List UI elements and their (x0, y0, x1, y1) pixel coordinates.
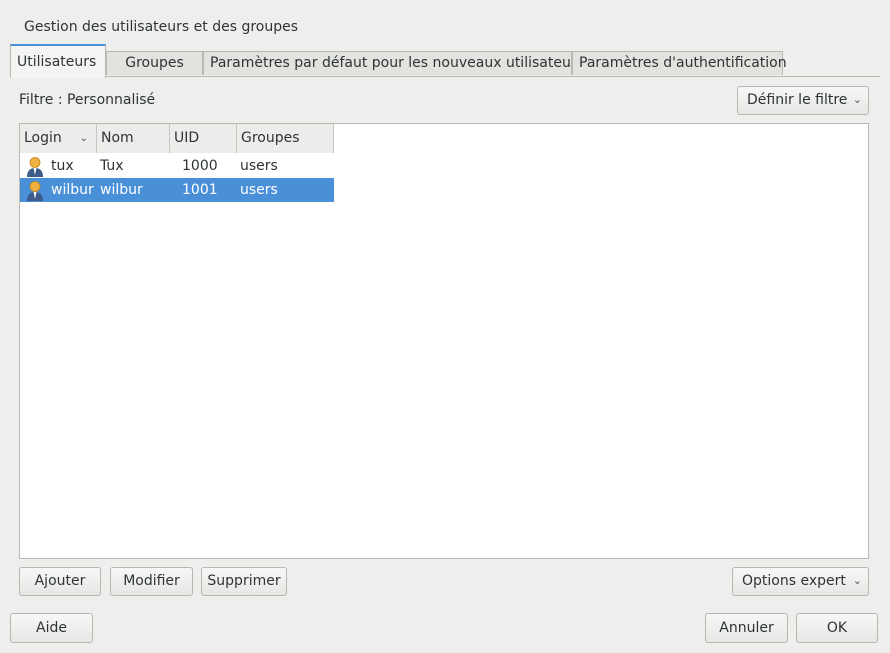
cell-groups: users (240, 182, 278, 198)
define-filter-label: Définir le filtre (747, 92, 848, 108)
cell-login: wilbur (51, 182, 94, 198)
cell-groups: users (240, 158, 278, 174)
tab-new-user-defaults[interactable]: Paramètres par défaut pour les nouveaux … (203, 51, 584, 75)
column-header-login[interactable]: Login ⌄ (20, 124, 97, 153)
add-button[interactable]: Ajouter (19, 567, 101, 596)
sort-chevron-icon: ⌄ (79, 133, 88, 144)
expert-options-label: Options expert (742, 573, 846, 589)
column-header-name[interactable]: Nom (97, 124, 170, 153)
edit-button[interactable]: Modifier (110, 567, 193, 596)
table-header: Login ⌄ Nom UID Groupes (20, 124, 334, 153)
cell-name: wilbur (100, 182, 143, 198)
column-header-groups[interactable]: Groupes (237, 124, 334, 153)
cell-uid: 1001 (182, 182, 218, 198)
table-row-selected[interactable]: wilbur wilbur 1001 users (20, 178, 334, 202)
help-button[interactable]: Aide (10, 613, 93, 643)
cancel-button[interactable]: Annuler (705, 613, 788, 643)
column-header-uid[interactable]: UID (170, 124, 237, 153)
chevron-down-icon: ⌄ (852, 93, 862, 106)
delete-button[interactable]: Supprimer (201, 567, 287, 596)
table-row[interactable]: tux Tux 1000 users (20, 154, 334, 178)
user-icon (27, 157, 43, 177)
cell-login: tux (51, 158, 74, 174)
tab-panel-divider (10, 76, 880, 77)
tab-authentication-settings[interactable]: Paramètres d'authentification (572, 51, 787, 75)
tab-users[interactable]: Utilisateurs (10, 44, 106, 78)
chevron-down-icon: ⌄ (852, 574, 862, 587)
cell-uid: 1000 (182, 158, 218, 174)
define-filter-button[interactable]: Définir le filtre ⌄ (737, 86, 869, 115)
tab-groups[interactable]: Groupes (106, 51, 203, 75)
expert-options-button[interactable]: Options expert ⌄ (732, 567, 869, 596)
filter-label: Filtre : Personnalisé (19, 92, 156, 108)
user-icon (27, 181, 43, 201)
window-title: Gestion des utilisateurs et des groupes (24, 19, 299, 35)
ok-button[interactable]: OK (796, 613, 878, 643)
user-table[interactable]: Login ⌄ Nom UID Groupes tux Tux 1000 use… (19, 123, 869, 559)
cell-name: Tux (100, 158, 124, 174)
